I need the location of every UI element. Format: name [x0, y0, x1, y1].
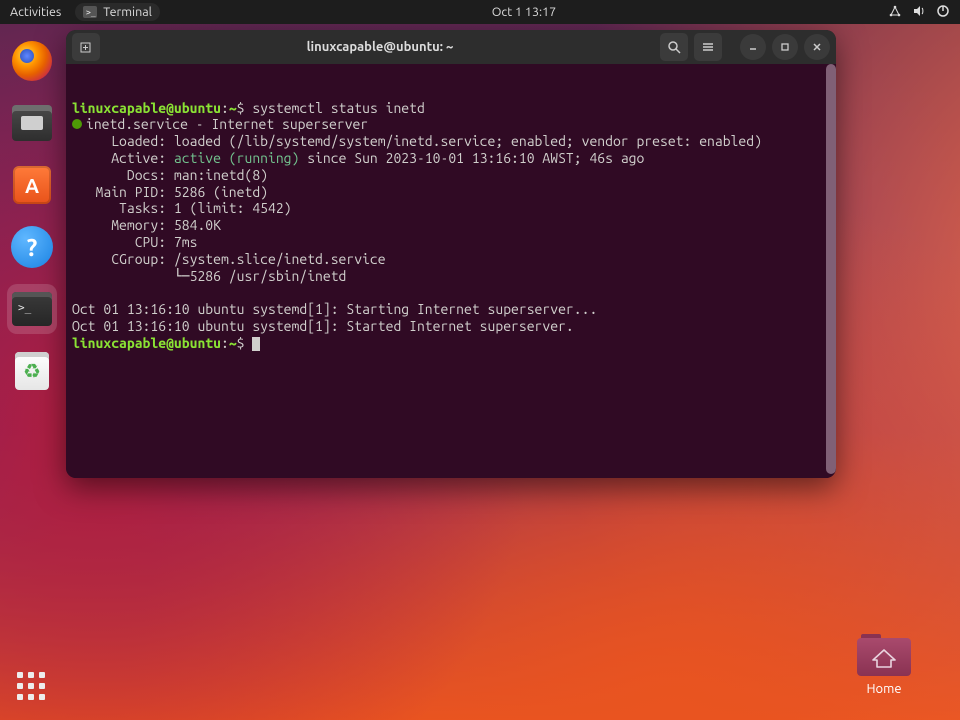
menu-button[interactable] — [694, 33, 722, 61]
terminal-window: linuxcapable@ubuntu: ~ linuxcapable@ubun… — [66, 30, 836, 478]
cursor — [252, 337, 260, 351]
prompt-user-host: linuxcapable@ubuntu — [72, 100, 221, 116]
maximize-icon — [779, 41, 791, 53]
window-titlebar[interactable]: linuxcapable@ubuntu: ~ — [66, 30, 836, 64]
activities-button[interactable]: Activities — [10, 5, 61, 19]
status-cgroup: CGroup: /system.slice/inetd.service — [72, 251, 386, 267]
clock[interactable]: Oct 1 13:17 — [492, 5, 556, 19]
search-icon — [667, 40, 681, 54]
status-active-value: active (running) — [174, 150, 299, 166]
desktop-icon-home-label: Home — [844, 682, 924, 696]
new-tab-icon — [79, 40, 93, 54]
dock-terminal[interactable] — [7, 284, 57, 334]
status-main-pid: Main PID: 5286 (inetd) — [72, 184, 268, 200]
dock: ? ♻ — [0, 26, 64, 720]
volume-icon[interactable] — [912, 4, 926, 21]
firefox-icon — [12, 41, 52, 81]
folder-icon — [857, 634, 911, 676]
new-tab-button[interactable] — [72, 33, 100, 61]
window-title: linuxcapable@ubuntu: ~ — [106, 40, 654, 54]
show-applications-button[interactable] — [17, 672, 47, 702]
status-memory: Memory: 584.0K — [72, 217, 221, 233]
terminal-icon: >_ — [83, 6, 97, 18]
network-icon[interactable] — [888, 4, 902, 21]
dock-software[interactable] — [7, 160, 57, 210]
maximize-button[interactable] — [772, 34, 798, 60]
minimize-icon — [747, 41, 759, 53]
dock-trash[interactable]: ♻ — [7, 346, 57, 396]
status-tasks: Tasks: 1 (limit: 4542) — [72, 200, 292, 216]
dock-firefox[interactable] — [7, 36, 57, 86]
log-line-1: Oct 01 13:16:10 ubuntu systemd[1]: Start… — [72, 301, 597, 317]
minimize-button[interactable] — [740, 34, 766, 60]
status-loaded: Loaded: loaded (/lib/systemd/system/inet… — [72, 133, 762, 149]
top-app-indicator[interactable]: >_ Terminal — [75, 3, 160, 21]
software-icon — [13, 166, 51, 204]
status-active-prefix: Active: — [72, 150, 174, 166]
command-text: systemctl status inetd — [252, 100, 424, 116]
terminal-icon — [12, 292, 52, 326]
desktop-icon-home[interactable]: Home — [844, 634, 924, 696]
prompt-user-host-2: linuxcapable@ubuntu — [72, 335, 221, 351]
service-header: inetd.service - Internet superserver — [86, 116, 368, 132]
power-icon[interactable] — [936, 4, 950, 21]
top-app-label: Terminal — [103, 5, 152, 19]
status-docs: Docs: man:inetd(8) — [72, 167, 268, 183]
terminal-scrollbar[interactable] — [826, 64, 836, 474]
status-active-rest: since Sun 2023-10-01 13:16:10 AWST; 46s … — [299, 150, 644, 166]
status-cpu: CPU: 7ms — [72, 234, 197, 250]
files-icon — [12, 105, 52, 141]
help-icon: ? — [11, 226, 53, 268]
close-icon — [811, 41, 823, 53]
dock-help[interactable]: ? — [7, 222, 57, 272]
trash-icon: ♻ — [15, 352, 49, 390]
terminal-body[interactable]: linuxcapable@ubuntu:~$ systemctl status … — [66, 64, 836, 478]
status-dot-icon — [72, 119, 82, 129]
search-button[interactable] — [660, 33, 688, 61]
log-line-2: Oct 01 13:16:10 ubuntu systemd[1]: Start… — [72, 318, 574, 334]
hamburger-icon — [701, 40, 715, 54]
close-button[interactable] — [804, 34, 830, 60]
top-panel: Activities >_ Terminal Oct 1 13:17 — [0, 0, 960, 24]
dock-files[interactable] — [7, 98, 57, 148]
svg-text:>_: >_ — [86, 8, 96, 17]
status-cgroup-child: └─5286 /usr/sbin/inetd — [72, 268, 346, 284]
